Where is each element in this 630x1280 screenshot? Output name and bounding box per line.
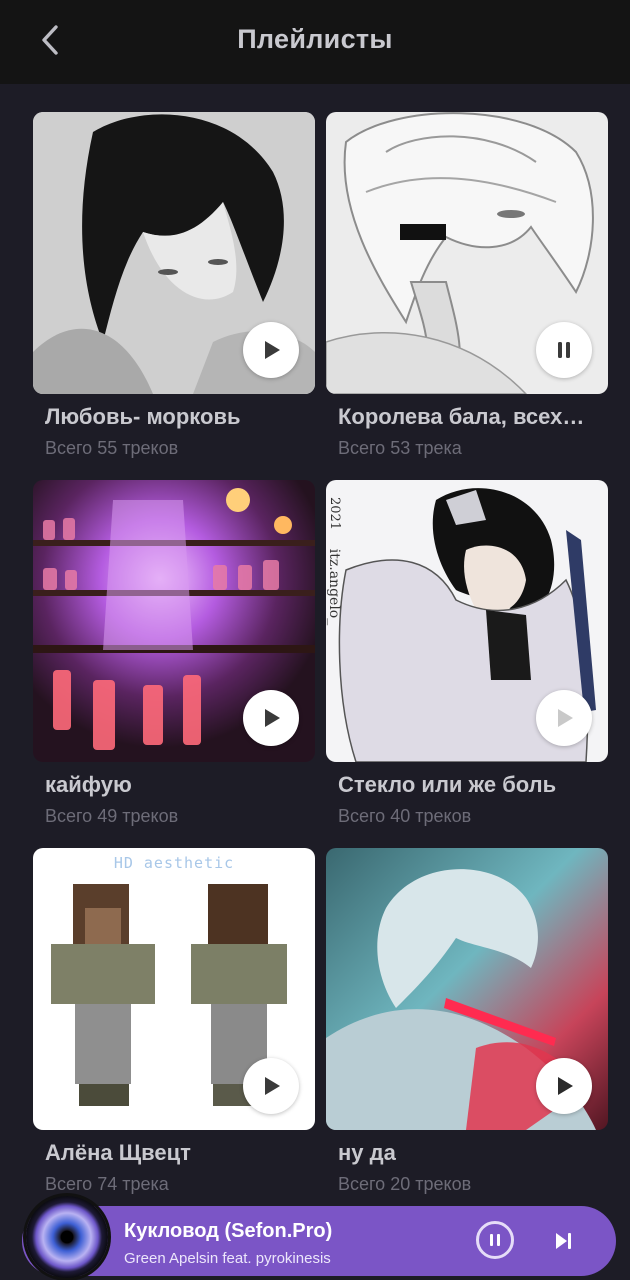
playlist-cover[interactable] <box>326 112 608 394</box>
playlist-track-count: Всего 55 треков <box>45 438 179 458</box>
playlist-track-count: Всего 74 трека <box>45 1174 169 1194</box>
playlist-name: ну да <box>338 1140 396 1165</box>
player-pause-button[interactable] <box>476 1221 514 1259</box>
playlist-card[interactable]: ну да Всего 20 треков <box>326 848 608 1195</box>
playlist-cover[interactable] <box>326 848 608 1130</box>
playlist-cover[interactable] <box>33 480 315 762</box>
skip-next-icon <box>556 1233 571 1249</box>
playlist-cover[interactable] <box>33 112 315 394</box>
play-button[interactable] <box>536 1058 592 1114</box>
playlist-card[interactable]: кайфую Всего 49 треков <box>33 480 315 827</box>
album-disc-artwork[interactable] <box>26 1196 108 1278</box>
now-playing-title[interactable]: Кукловод (Sefon.Pro) <box>124 1220 332 1243</box>
player-next-button[interactable] <box>548 1226 578 1256</box>
playlist-name: Стекло или же боль <box>338 772 557 797</box>
playlist-name: Королева бала, всех… <box>338 404 585 429</box>
playlist-track-count: Всего 49 треков <box>45 806 179 826</box>
playlist-card[interactable]: Любовь- морковь Всего 55 треков <box>33 112 315 459</box>
play-icon <box>265 709 280 727</box>
playlist-name: Алёна Щвецт <box>45 1140 191 1165</box>
play-icon <box>558 1077 573 1095</box>
playlist-cover[interactable]: 2021 itz.angelo_ <box>326 480 608 762</box>
playlist-track-count: Всего 40 треков <box>338 806 472 826</box>
playlist-name: Любовь- морковь <box>45 404 241 429</box>
cover-watermark: HD aesthetic <box>113 854 235 872</box>
playlist-track-count: Всего 20 треков <box>338 1174 472 1194</box>
playlist-grid: Любовь- морковь Всего 55 треков Королева… <box>0 0 630 1280</box>
play-icon <box>558 709 573 727</box>
pause-icon <box>490 1234 500 1246</box>
playlist-track-count: Всего 53 трека <box>338 438 462 458</box>
playlist-card[interactable]: 2021 itz.angelo_ Стекло или же боль Всег… <box>326 480 608 827</box>
play-button[interactable] <box>536 690 592 746</box>
play-icon <box>265 1077 280 1095</box>
playlist-name: кайфую <box>45 772 132 797</box>
playlist-cover[interactable]: HD aesthetic <box>33 848 315 1130</box>
pause-button[interactable] <box>536 322 592 378</box>
playlist-card[interactable]: HD aesthetic Алёна Щвецт Всего 74 трека <box>33 848 315 1195</box>
play-button[interactable] <box>243 1058 299 1114</box>
play-button[interactable] <box>243 322 299 378</box>
pause-icon <box>558 342 570 358</box>
playlist-card[interactable]: Королева бала, всех… Всего 53 трека <box>326 112 608 459</box>
play-button[interactable] <box>243 690 299 746</box>
now-playing-artist: Green Apelsin feat. pyrokinesis <box>124 1250 331 1267</box>
play-icon <box>265 341 280 359</box>
